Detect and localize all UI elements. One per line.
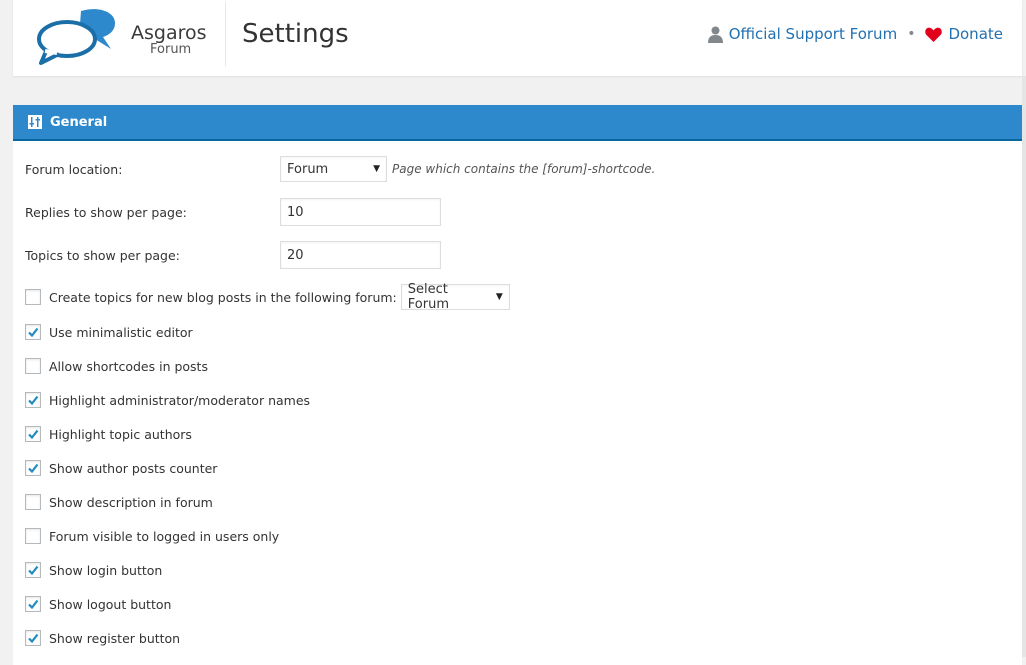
blog-forum-value: Select Forum xyxy=(407,282,449,312)
general-settings-panel: General Forum location: Forum ▼ Page whi… xyxy=(13,105,1022,665)
checkmark-icon xyxy=(28,395,39,406)
user-icon xyxy=(707,26,723,43)
blog-topics-label: Create topics for new blog posts in the … xyxy=(49,289,397,305)
panel-header: General xyxy=(13,105,1022,141)
checkbox-label: Show login button xyxy=(49,562,163,578)
checkmark-icon xyxy=(28,463,39,474)
checkbox-checked[interactable] xyxy=(25,324,41,340)
sliders-icon xyxy=(28,115,42,129)
support-forum-label: Official Support Forum xyxy=(728,25,898,43)
checkmark-icon xyxy=(28,327,39,338)
checkbox-row: Highlight topic authors xyxy=(25,426,192,442)
panel-title: General xyxy=(50,114,108,130)
checkbox-label: Use minimalistic editor xyxy=(49,324,193,340)
asgaros-logo-icon xyxy=(37,9,115,65)
checkbox-checked[interactable] xyxy=(25,562,41,578)
checkbox-label: Show register button xyxy=(49,630,181,646)
support-forum-link[interactable]: Official Support Forum xyxy=(707,25,898,43)
donate-link[interactable]: Donate xyxy=(925,25,1003,43)
dropdown-arrow-icon: ▼ xyxy=(373,164,380,174)
checkmark-icon xyxy=(28,599,39,610)
replies-per-page-input[interactable] xyxy=(280,198,441,226)
blog-topics-checkbox[interactable] xyxy=(25,289,41,305)
checkbox-row: Highlight administrator/moderator names xyxy=(25,392,310,408)
topics-per-page-label: Topics to show per page: xyxy=(25,247,180,263)
checkmark-icon xyxy=(28,429,39,440)
checkbox-label: Allow shortcodes in posts xyxy=(49,358,208,374)
checkbox-row: Show author posts counter xyxy=(25,460,217,476)
checkbox-label: Highlight administrator/moderator names xyxy=(49,392,311,408)
checkbox-row: Show logout button xyxy=(25,596,171,612)
scrollbar[interactable] xyxy=(1022,76,1026,657)
header-divider xyxy=(225,2,226,66)
checkbox-row: Show register button xyxy=(25,630,180,646)
replies-per-page-row: Replies to show per page: xyxy=(25,198,441,226)
checkbox-unchecked[interactable] xyxy=(25,528,41,544)
brand-name: Asgaros xyxy=(131,22,207,44)
forum-location-hint: Page which contains the [forum]-shortcod… xyxy=(392,162,656,176)
checkbox-label: Show logout button xyxy=(49,596,172,612)
checkbox-row: Show description in forum xyxy=(25,494,213,510)
heart-icon xyxy=(925,27,943,42)
dropdown-arrow-icon: ▼ xyxy=(495,292,503,302)
blog-topics-row: Create topics for new blog posts in the … xyxy=(25,282,510,312)
checkbox-label: Show author posts counter xyxy=(49,460,218,476)
forum-location-row: Forum location: Forum ▼ Page which conta… xyxy=(25,156,655,182)
donate-label: Donate xyxy=(948,25,1003,43)
checkmark-icon xyxy=(28,633,39,644)
checkbox-checked[interactable] xyxy=(25,630,41,646)
checkbox-checked[interactable] xyxy=(25,460,41,476)
checkbox-checked[interactable] xyxy=(25,596,41,612)
replies-per-page-label: Replies to show per page: xyxy=(25,204,187,220)
checkbox-row: Forum visible to logged in users only xyxy=(25,528,279,544)
checkbox-row: Use minimalistic editor xyxy=(25,324,193,340)
checkbox-row: Show login button xyxy=(25,562,162,578)
page-header: Asgaros Forum Settings Official Support … xyxy=(13,0,1022,76)
forum-location-label: Forum location: xyxy=(25,161,123,177)
forum-location-value: Forum xyxy=(287,161,329,177)
page-title: Settings xyxy=(242,19,349,49)
topics-per-page-row: Topics to show per page: xyxy=(25,241,441,269)
checkbox-row: Allow shortcodes in posts xyxy=(25,358,208,374)
brand-subtitle: Forum xyxy=(150,42,192,57)
checkmark-icon xyxy=(28,565,39,576)
topics-per-page-input[interactable] xyxy=(280,241,441,269)
checkbox-unchecked[interactable] xyxy=(25,358,41,374)
link-separator: • xyxy=(907,26,916,42)
blog-forum-select[interactable]: Select Forum ▼ xyxy=(400,282,510,312)
checkbox-label: Show description in forum xyxy=(49,494,213,510)
checkbox-unchecked[interactable] xyxy=(25,494,41,510)
checkbox-checked[interactable] xyxy=(25,392,41,408)
forum-location-select[interactable]: Forum ▼ xyxy=(280,156,387,182)
checkbox-checked[interactable] xyxy=(25,426,41,442)
checkbox-label: Forum visible to logged in users only xyxy=(49,528,280,544)
checkbox-label: Highlight topic authors xyxy=(49,426,192,442)
header-links: Official Support Forum • Donate xyxy=(707,25,1003,43)
